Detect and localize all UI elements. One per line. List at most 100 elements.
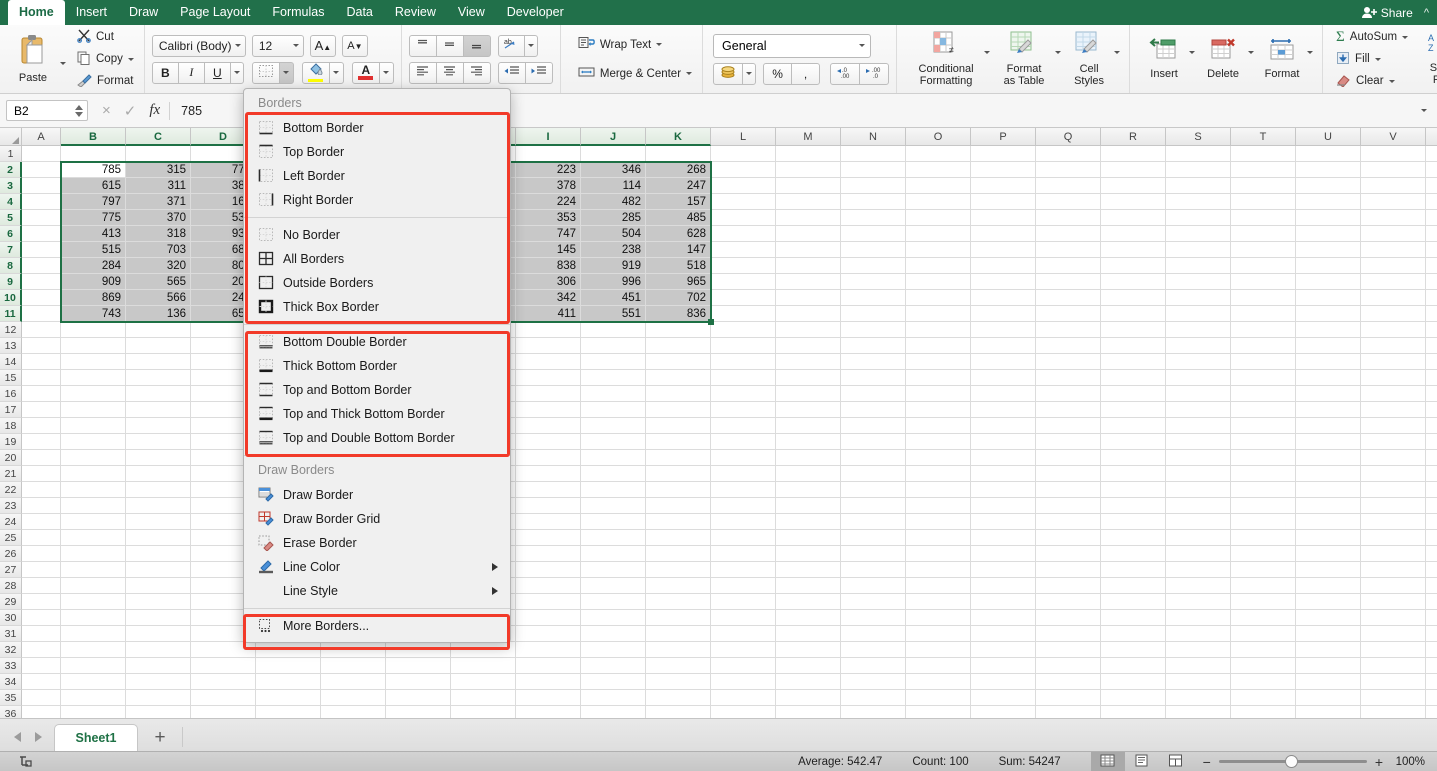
cell-L34[interactable] bbox=[711, 674, 776, 690]
cell-O23[interactable] bbox=[906, 498, 971, 514]
cell-R19[interactable] bbox=[1101, 434, 1166, 450]
cell-U20[interactable] bbox=[1296, 450, 1361, 466]
cell-B4[interactable]: 797 bbox=[61, 194, 126, 210]
cell-B28[interactable] bbox=[61, 578, 126, 594]
cell-L30[interactable] bbox=[711, 610, 776, 626]
cell-I10[interactable]: 342 bbox=[516, 290, 581, 306]
cell-U16[interactable] bbox=[1296, 386, 1361, 402]
cell-N8[interactable] bbox=[841, 258, 906, 274]
cell-S6[interactable] bbox=[1166, 226, 1231, 242]
cell-O4[interactable] bbox=[906, 194, 971, 210]
cell-L7[interactable] bbox=[711, 242, 776, 258]
cell-R4[interactable] bbox=[1101, 194, 1166, 210]
cell-T11[interactable] bbox=[1231, 306, 1296, 322]
cell-P19[interactable] bbox=[971, 434, 1036, 450]
cell-T12[interactable] bbox=[1231, 322, 1296, 338]
cell-K32[interactable] bbox=[646, 642, 711, 658]
cell-H34[interactable] bbox=[451, 674, 516, 690]
cell-L5[interactable] bbox=[711, 210, 776, 226]
cell-R23[interactable] bbox=[1101, 498, 1166, 514]
cell-N11[interactable] bbox=[841, 306, 906, 322]
menu-item-erase-border[interactable]: Erase Border bbox=[244, 531, 510, 555]
row-header-36[interactable]: 36 bbox=[0, 706, 22, 718]
cell-Q15[interactable] bbox=[1036, 370, 1101, 386]
cell-K21[interactable] bbox=[646, 466, 711, 482]
cell-T9[interactable] bbox=[1231, 274, 1296, 290]
cell-E35[interactable] bbox=[256, 690, 321, 706]
cell-W28[interactable] bbox=[1426, 578, 1437, 594]
row-header-12[interactable]: 12 bbox=[0, 322, 22, 338]
cell-J17[interactable] bbox=[581, 402, 646, 418]
cell-L19[interactable] bbox=[711, 434, 776, 450]
zoom-slider-knob[interactable] bbox=[1284, 755, 1298, 768]
cell-T27[interactable] bbox=[1231, 562, 1296, 578]
cell-T15[interactable] bbox=[1231, 370, 1296, 386]
cell-W27[interactable] bbox=[1426, 562, 1437, 578]
cell-K30[interactable] bbox=[646, 610, 711, 626]
cell-O22[interactable] bbox=[906, 482, 971, 498]
cell-U23[interactable] bbox=[1296, 498, 1361, 514]
cell-M24[interactable] bbox=[776, 514, 841, 530]
cell-S13[interactable] bbox=[1166, 338, 1231, 354]
cell-U11[interactable] bbox=[1296, 306, 1361, 322]
cell-M35[interactable] bbox=[776, 690, 841, 706]
menu-item-bottom-double-border[interactable]: Bottom Double Border bbox=[244, 330, 510, 354]
cell-A26[interactable] bbox=[22, 546, 61, 562]
cell-S4[interactable] bbox=[1166, 194, 1231, 210]
cell-U2[interactable] bbox=[1296, 162, 1361, 178]
cancel-formula-icon[interactable]: × bbox=[102, 102, 111, 119]
cell-O36[interactable] bbox=[906, 706, 971, 718]
cell-I34[interactable] bbox=[516, 674, 581, 690]
cell-Q4[interactable] bbox=[1036, 194, 1101, 210]
cell-R1[interactable] bbox=[1101, 146, 1166, 162]
cell-P6[interactable] bbox=[971, 226, 1036, 242]
cell-M2[interactable] bbox=[776, 162, 841, 178]
cell-N25[interactable] bbox=[841, 530, 906, 546]
cell-Q32[interactable] bbox=[1036, 642, 1101, 658]
cell-V34[interactable] bbox=[1361, 674, 1426, 690]
cell-P21[interactable] bbox=[971, 466, 1036, 482]
sort-filter-button[interactable]: A Z Sort & Filter bbox=[1421, 30, 1437, 88]
cell-T24[interactable] bbox=[1231, 514, 1296, 530]
confirm-formula-icon[interactable]: ✓ bbox=[124, 102, 137, 120]
delete-cells-caret[interactable] bbox=[1248, 50, 1255, 54]
cell-B36[interactable] bbox=[61, 706, 126, 718]
cell-B7[interactable]: 515 bbox=[61, 242, 126, 258]
row-header-2[interactable]: 2 bbox=[0, 162, 22, 178]
cell-R6[interactable] bbox=[1101, 226, 1166, 242]
column-header-K[interactable]: K bbox=[646, 128, 711, 146]
cell-O33[interactable] bbox=[906, 658, 971, 674]
cell-G35[interactable] bbox=[386, 690, 451, 706]
cell-N32[interactable] bbox=[841, 642, 906, 658]
cell-U29[interactable] bbox=[1296, 594, 1361, 610]
tab-page-layout[interactable]: Page Layout bbox=[169, 0, 261, 25]
orientation-dropdown[interactable] bbox=[523, 34, 538, 57]
cell-P25[interactable] bbox=[971, 530, 1036, 546]
cell-J20[interactable] bbox=[581, 450, 646, 466]
cell-W2[interactable] bbox=[1426, 162, 1437, 178]
cell-T25[interactable] bbox=[1231, 530, 1296, 546]
cell-S10[interactable] bbox=[1166, 290, 1231, 306]
cell-V26[interactable] bbox=[1361, 546, 1426, 562]
cell-M6[interactable] bbox=[776, 226, 841, 242]
cell-I19[interactable] bbox=[516, 434, 581, 450]
column-header-B[interactable]: B bbox=[61, 128, 126, 146]
cell-S36[interactable] bbox=[1166, 706, 1231, 718]
cell-M14[interactable] bbox=[776, 354, 841, 370]
accounting-format-button[interactable] bbox=[713, 62, 744, 85]
cell-V17[interactable] bbox=[1361, 402, 1426, 418]
cell-O9[interactable] bbox=[906, 274, 971, 290]
cell-T29[interactable] bbox=[1231, 594, 1296, 610]
cell-C5[interactable]: 370 bbox=[126, 210, 191, 226]
cell-H35[interactable] bbox=[451, 690, 516, 706]
cell-J14[interactable] bbox=[581, 354, 646, 370]
cell-J27[interactable] bbox=[581, 562, 646, 578]
cell-O31[interactable] bbox=[906, 626, 971, 642]
page-layout-view-button[interactable] bbox=[1125, 752, 1159, 771]
cell-V20[interactable] bbox=[1361, 450, 1426, 466]
cell-B27[interactable] bbox=[61, 562, 126, 578]
cell-O30[interactable] bbox=[906, 610, 971, 626]
cell-U12[interactable] bbox=[1296, 322, 1361, 338]
cell-K26[interactable] bbox=[646, 546, 711, 562]
autosum-caret[interactable] bbox=[1402, 35, 1409, 39]
